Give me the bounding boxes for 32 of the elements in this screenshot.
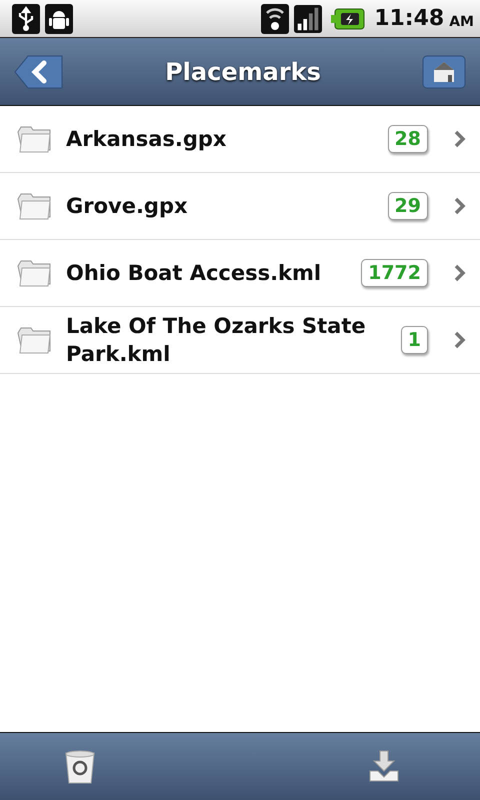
file-name: Grove.gpx	[66, 192, 189, 220]
download-icon[interactable]	[368, 748, 400, 784]
clock-period: AM	[449, 14, 474, 30]
chevron-icon	[454, 197, 466, 215]
file-name: Ohio Boat Access.kml	[66, 260, 322, 287]
file-row[interactable]: Lake Of The Ozarks State Park.kml 1	[0, 307, 480, 374]
folder-icon	[16, 258, 52, 288]
wifi-icon	[261, 4, 290, 34]
file-row[interactable]: Grove.gpx 29	[0, 173, 480, 240]
folder-icon	[16, 124, 52, 154]
file-row[interactable]: Ohio Boat Access.kml 1772	[0, 240, 480, 307]
home-button[interactable]	[422, 54, 466, 88]
item-count: 29	[388, 192, 428, 220]
item-count: 28	[388, 125, 428, 153]
file-name: Arkansas.gpx	[66, 126, 228, 153]
folder-icon	[16, 325, 52, 355]
file-name: Lake Of The Ozarks State Park.kml	[66, 312, 367, 368]
battery-icon	[331, 8, 366, 30]
item-count: 1772	[361, 259, 428, 287]
trash-icon[interactable]	[64, 748, 96, 784]
usb-icon	[12, 4, 40, 34]
file-row[interactable]: Arkansas.gpx 28	[0, 106, 480, 173]
chevron-icon	[454, 331, 466, 349]
item-count: 1	[400, 326, 428, 354]
robot-icon	[45, 4, 73, 34]
chevron-icon	[454, 130, 466, 148]
chevron-icon	[454, 264, 466, 282]
signal-icon	[294, 4, 322, 34]
clock-time: 11:48	[374, 6, 444, 31]
back-button[interactable]	[14, 54, 64, 88]
screen-title: Placemarks	[165, 58, 321, 86]
folder-icon	[16, 191, 52, 221]
